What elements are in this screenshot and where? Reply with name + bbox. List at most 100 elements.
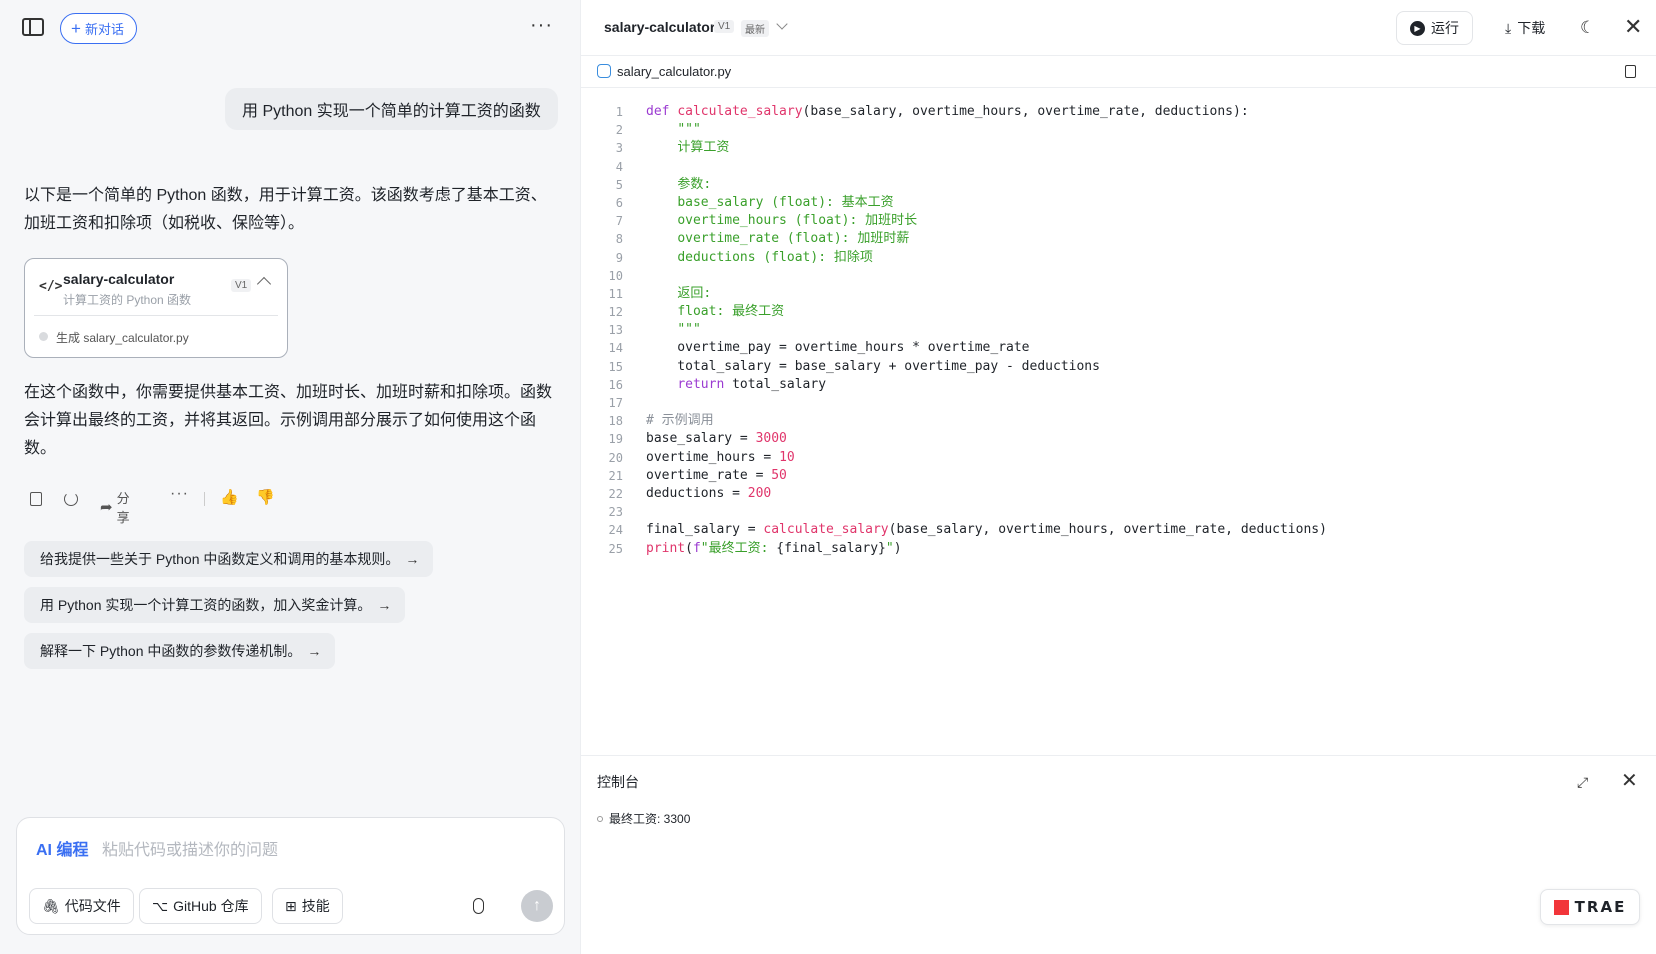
divider <box>34 315 278 316</box>
code-line: 12 float: 最终工资 <box>581 303 1656 321</box>
line-number: 10 <box>608 268 623 283</box>
chevron-down-icon[interactable] <box>776 18 788 30</box>
answer-intro: 以下是一个简单的 Python 函数，用于计算工资。该函数考虑了基本工资、加班工… <box>24 187 547 232</box>
code-line: 6 base_salary (float): 基本工资 <box>581 194 1656 212</box>
code-line: 9 deductions (float): 扣除项 <box>581 249 1656 267</box>
divider <box>204 492 205 506</box>
line-number: 8 <box>615 232 623 247</box>
code-text: overtime_pay = overtime_hours * overtime… <box>646 340 1030 356</box>
code-text: def calculate_salary(base_salary, overti… <box>646 104 1249 119</box>
line-number: 5 <box>615 177 623 192</box>
code-line: 21 overtime_rate = 50 <box>581 467 1656 485</box>
thumbs-up-icon[interactable]: 👍 <box>220 488 239 506</box>
suggestion-item[interactable]: 解释一下 Python 中函数的参数传递机制。 → <box>24 633 336 669</box>
skills-label: 技能 <box>301 898 330 914</box>
code-line: 22 deductions = 200 <box>581 485 1656 503</box>
chat-input-box[interactable]: AI 编程 粘贴代码或描述你的问题 🖇 代码文件 ⌥ GitHub 仓库 ⊞ 技… <box>16 817 565 935</box>
github-repo-button[interactable]: ⌥ GitHub 仓库 <box>139 888 262 924</box>
run-button[interactable]: ▶ 运行 <box>1396 11 1473 45</box>
code-editor[interactable]: 1 def calculate_salary(base_salary, overt… <box>581 103 1656 558</box>
artifact-generated-file: 生成 salary_calculator.py <box>56 331 189 345</box>
more-options-icon[interactable]: ··· <box>530 14 553 37</box>
code-line: 4 <box>581 158 1656 176</box>
code-text: base_salary = 3000 <box>646 431 787 447</box>
theme-toggle-icon[interactable]: ☾ <box>1580 18 1595 38</box>
code-text: base_salary (float): 基本工资 <box>677 194 894 210</box>
brand-name: TRAE <box>1574 898 1627 916</box>
copy-icon[interactable] <box>30 492 42 506</box>
copy-code-icon[interactable] <box>1625 65 1636 78</box>
close-console-icon[interactable]: ✕ <box>1621 768 1638 793</box>
line-number: 1 <box>615 105 623 119</box>
code-text: deductions (float): 扣除项 <box>677 249 873 265</box>
regenerate-icon[interactable] <box>64 492 78 506</box>
code-text: """ <box>677 122 701 138</box>
line-number: 14 <box>608 341 623 356</box>
code-text: return total_salary <box>677 376 827 392</box>
line-number: 16 <box>608 377 623 392</box>
line-number: 2 <box>615 123 623 138</box>
more-actions-icon[interactable]: ··· <box>170 485 189 503</box>
download-button[interactable]: ⤓ 下载 <box>1493 11 1557 45</box>
new-chat-button[interactable]: + 新对话 <box>60 13 137 44</box>
code-text: 参数: <box>677 176 712 192</box>
run-label: 运行 <box>1431 20 1459 36</box>
code-line: 1 def calculate_salary(base_salary, overt… <box>581 103 1656 121</box>
user-message: 用 Python 实现一个简单的计算工资的函数 <box>225 88 558 130</box>
code-line: 2 """ <box>581 121 1656 139</box>
line-number: 18 <box>608 414 623 429</box>
chevron-up-icon[interactable] <box>256 276 272 292</box>
chat-panel: + 新对话 ··· 用 Python 实现一个简单的计算工资的函数 以下是一个简… <box>0 0 580 954</box>
chat-input-placeholder[interactable]: 粘贴代码或描述你的问题 <box>102 836 278 860</box>
code-text: overtime_rate (float): 加班时薪 <box>677 231 910 247</box>
suggestion-label: 解释一下 Python 中函数的参数传递机制。 <box>40 643 302 659</box>
artifact-panel: salary-calculator V1 最新 ▶ 运行 ⤓ 下载 ☾ ✕ sa… <box>580 0 1656 954</box>
arrow-right-icon: → <box>307 643 322 659</box>
thumbs-down-icon[interactable]: 👎 <box>256 488 275 506</box>
code-line: 15 total_salary = base_salary + overtime… <box>581 358 1656 376</box>
line-number: 7 <box>615 214 623 229</box>
code-line: 10 <box>581 267 1656 285</box>
code-line: 17 <box>581 394 1656 412</box>
code-text: deductions = 200 <box>646 485 772 501</box>
mode-label[interactable]: AI 编程 <box>36 836 88 860</box>
sidebar-toggle-icon[interactable] <box>22 18 44 36</box>
expand-icon[interactable]: ⤢ <box>1577 774 1588 791</box>
github-icon: ⌥ <box>152 897 169 914</box>
artifact-title: salary-calculator <box>63 271 175 287</box>
python-file-icon <box>597 64 611 78</box>
suggestion-item[interactable]: 给我提供一些关于 Python 中函数定义和调用的基本规则。 → <box>24 541 434 577</box>
file-name[interactable]: salary_calculator.py <box>617 64 731 79</box>
line-number: 24 <box>608 523 623 538</box>
brand-badge[interactable]: TRAE <box>1540 889 1640 925</box>
line-number: 19 <box>608 432 623 447</box>
line-number: 21 <box>608 468 623 483</box>
code-line: 13 """ <box>581 321 1656 339</box>
artifact-version-badge: V1 <box>231 279 252 292</box>
version-badge: V1 <box>714 20 735 33</box>
share-button[interactable]: ➦ 分享 <box>100 488 130 526</box>
code-text: total_salary = base_salary + overtime_pa… <box>646 358 1100 374</box>
code-text: final_salary = calculate_salary(base_sal… <box>646 522 1327 538</box>
code-file-button[interactable]: 🖇 代码文件 <box>29 888 134 924</box>
line-number: 17 <box>608 396 623 410</box>
code-line: 11 返回: <box>581 285 1656 303</box>
skills-button[interactable]: ⊞ 技能 <box>272 888 343 924</box>
console-title: 控制台 <box>597 774 639 790</box>
suggestion-item[interactable]: 用 Python 实现一个计算工资的函数，加入奖金计算。 → <box>24 587 406 623</box>
artifact-card[interactable]: </> salary-calculator 计算工资的 Python 函数 V1… <box>24 258 288 358</box>
line-number: 22 <box>608 486 623 501</box>
close-icon[interactable]: ✕ <box>1624 14 1642 40</box>
code-line: 25 print(f"最终工资: {final_salary}") <box>581 540 1656 558</box>
microphone-icon[interactable] <box>473 898 484 914</box>
code-text: 返回: <box>677 285 712 301</box>
download-label: 下载 <box>1517 20 1546 36</box>
code-line: 7 overtime_hours (float): 加班时长 <box>581 212 1656 230</box>
output-bullet-icon <box>597 816 603 822</box>
line-number: 23 <box>608 505 623 520</box>
send-button[interactable]: ↑ <box>521 890 553 922</box>
suggestion-label: 给我提供一些关于 Python 中函数定义和调用的基本规则。 <box>40 551 400 567</box>
console-output: 最终工资: 3300 <box>609 812 691 826</box>
line-number: 6 <box>615 195 623 210</box>
code-file-label: 代码文件 <box>64 898 121 914</box>
